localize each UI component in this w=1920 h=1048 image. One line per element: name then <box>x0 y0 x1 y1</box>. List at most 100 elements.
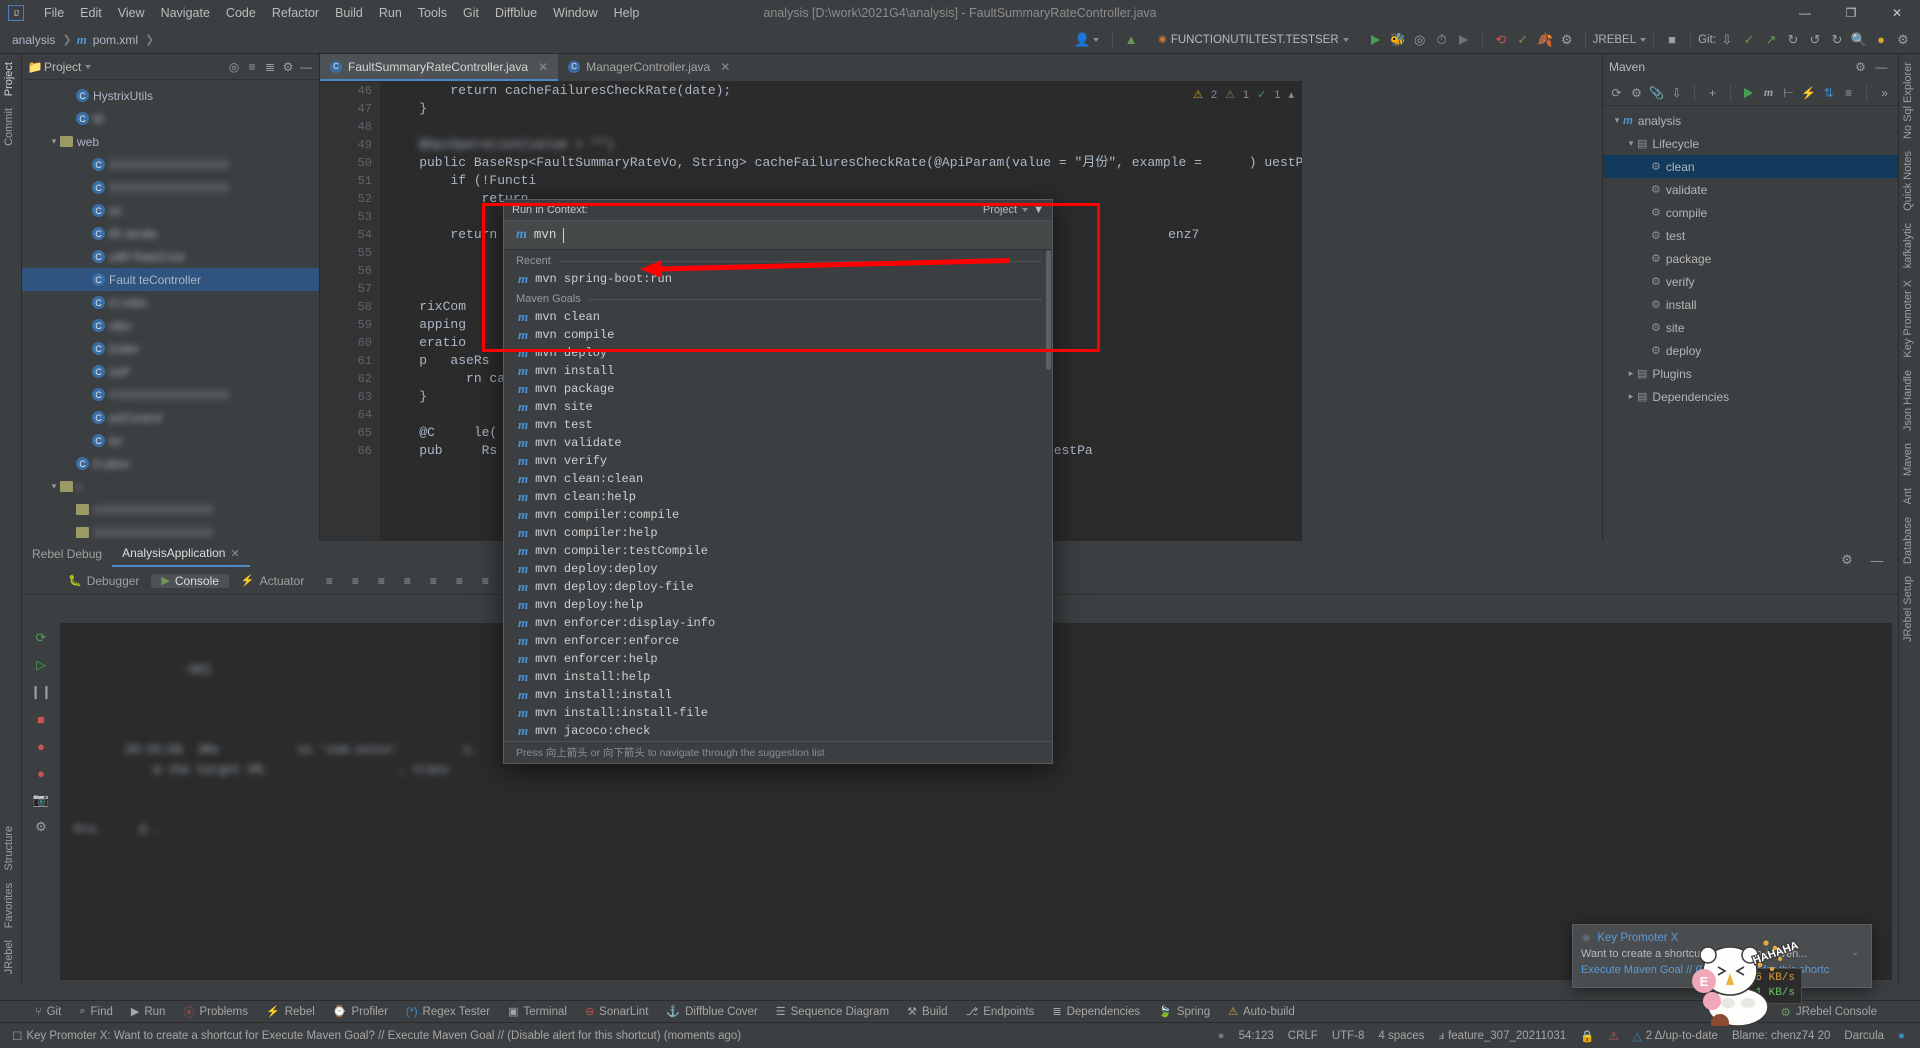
project-tree-node[interactable]: CneP <box>22 360 319 383</box>
popup-suggestion-item[interactable]: m mvn deploy:deploy-file <box>504 578 1052 596</box>
sidebar-item-commit[interactable]: Commit <box>0 102 18 152</box>
close-icon[interactable]: ✕ <box>538 60 548 74</box>
menu-item-refactor[interactable]: Refactor <box>264 3 327 23</box>
hide-panel-icon[interactable]: — <box>297 58 315 76</box>
maven-tree-node-lifecycle[interactable]: ▾ ▤ Lifecycle <box>1603 132 1898 155</box>
popup-context-chevron-down-icon[interactable] <box>1022 208 1029 212</box>
inspection-widget[interactable]: ⚠ 2 ⚠ 1 ✓ 1 ▴ <box>1193 88 1294 102</box>
git-history-icon[interactable]: ↻ <box>1782 29 1804 51</box>
popup-suggestion-item[interactable]: m mvn compile <box>504 326 1052 344</box>
menu-item-run[interactable]: Run <box>371 3 410 23</box>
run-anything-popup[interactable]: Run in Context: Project ▼ m mvn Recent m m… <box>503 199 1053 764</box>
locate-file-icon[interactable]: ◎ <box>225 58 243 76</box>
chevron-down-icon[interactable]: ▾ <box>48 136 60 147</box>
menu-item-code[interactable]: Code <box>218 3 264 23</box>
project-tree-node[interactable]: ▾ web <box>22 130 319 153</box>
update-project-icon[interactable]: ⟲ <box>1490 29 1512 51</box>
account-avatar-icon[interactable]: ● <box>1870 29 1892 51</box>
profile-chevron-down-icon[interactable] <box>1093 37 1100 42</box>
project-tree-node[interactable]: C <box>22 383 319 406</box>
chevron-down-icon[interactable]: ▾ <box>48 481 60 492</box>
debug-button[interactable]: 🐝 <box>1387 29 1409 51</box>
project-tree-node[interactable]: Ctroller <box>22 337 319 360</box>
debug-sub-tab[interactable]: ▶ Console <box>151 573 229 588</box>
spring-leaf-icon[interactable]: 🍂 <box>1534 29 1556 51</box>
maven-tree-node-test[interactable]: ⚙ test <box>1603 224 1898 247</box>
jrebel-toggle-icon[interactable]: ■ <box>1661 29 1683 51</box>
maven-refresh-icon[interactable]: ⟳ <box>1607 83 1626 103</box>
popup-suggestion-item[interactable]: m mvn site <box>504 398 1052 416</box>
maven-collapse-all-icon[interactable]: ≡ <box>1839 83 1858 103</box>
scroll-down-icon[interactable]: ≡ <box>370 570 392 592</box>
bottom-tool-item-spring[interactable]: 🍃 Spring <box>1149 1001 1219 1023</box>
maven-offline-mode-icon[interactable]: ⚡ <box>1799 83 1818 103</box>
status-lock-icon[interactable]: 🔒 <box>1573 1029 1601 1043</box>
pause-icon[interactable]: ❙❙ <box>28 680 54 704</box>
maven-attach-icon[interactable]: 📎 <box>1647 83 1666 103</box>
up-icon[interactable]: ≡ <box>422 570 444 592</box>
run-panel-hide-icon[interactable]: — <box>1864 548 1890 572</box>
maven-more-icon[interactable]: » <box>1875 83 1894 103</box>
status-branch[interactable]: ⅎ feature_307_20211031 <box>1431 1030 1573 1042</box>
popup-suggestion-item[interactable]: m mvn compiler:testCompile <box>504 542 1052 560</box>
bottom-tool-item-find[interactable]: ⌕ Find <box>70 1001 122 1023</box>
maven-tree-node-validate[interactable]: ⚙ validate <box>1603 178 1898 201</box>
wrap-icon[interactable]: ≡ <box>344 570 366 592</box>
popup-suggestion-item[interactable]: m mvn clean:help <box>504 488 1052 506</box>
bottom-tool-item-profiler[interactable]: ⌚ Profiler <box>324 1001 397 1023</box>
menu-item-tools[interactable]: Tools <box>410 3 455 23</box>
project-tree-node[interactable] <box>22 498 319 521</box>
popup-suggestion-item[interactable]: m mvn clean:clean <box>504 470 1052 488</box>
menu-item-diffblue[interactable]: Diffblue <box>487 3 545 23</box>
bottom-tool-item-problems[interactable]: ⓧ Problems <box>174 1001 257 1023</box>
git-update-icon[interactable]: ⇩ <box>1716 29 1738 51</box>
maven-goals-tree[interactable]: ▾ m analysis ▾ ▤ Lifecycle ⚙ clean ⚙ validate ⚙ com… <box>1603 106 1898 408</box>
services-icon[interactable]: ⚙ <box>1556 29 1578 51</box>
settings-gear-icon[interactable]: ⚙ <box>1892 29 1914 51</box>
chevron-right-icon[interactable]: ▸ <box>1625 391 1637 402</box>
right-strip-item-no-sql-explorer[interactable]: No Sql Explorer <box>1899 56 1917 145</box>
down-icon[interactable]: ≡ <box>448 570 470 592</box>
close-icon[interactable]: ✕ <box>230 547 239 560</box>
rerun-icon[interactable]: ⟳ <box>28 626 54 650</box>
bottom-tool-item-endpoints[interactable]: ⎇ Endpoints <box>957 1001 1044 1023</box>
maven-execute-goal-icon[interactable]: m <box>1759 83 1778 103</box>
status-blame[interactable]: Blame: chenz74 20 <box>1725 1030 1837 1042</box>
project-tree-node[interactable]: Cier <box>22 199 319 222</box>
status-ide-icon[interactable]: ● <box>1891 1030 1912 1042</box>
bottom-tool-item-sonarlint[interactable]: ⊖ SonarLint <box>576 1001 657 1023</box>
run-configuration-selector[interactable]: ◉ FUNCTIONUTILTEST.TESTSER <box>1150 33 1357 47</box>
project-tree-node[interactable]: CtR ntrolle <box>22 222 319 245</box>
project-tree-node[interactable]: C H roller <box>22 291 319 314</box>
project-tree-node[interactable]: C Fault teController <box>22 268 319 291</box>
close-icon[interactable]: ✕ <box>720 60 730 74</box>
bottom-tool-item-build[interactable]: ⚒ Build <box>898 1001 956 1023</box>
right-strip-item-key-promoter-x[interactable]: Key Promoter X <box>1899 274 1917 364</box>
print-icon[interactable]: ≡ <box>396 570 418 592</box>
project-scope-chevron-down-icon[interactable] <box>85 64 92 69</box>
project-tree-node[interactable]: CM <box>22 107 319 130</box>
run-anything-input[interactable]: mvn <box>534 228 557 242</box>
status-indent[interactable]: 4 spaces <box>1371 1030 1431 1042</box>
search-everywhere-icon[interactable]: 🔍 <box>1848 29 1870 51</box>
maven-tree-node-verify[interactable]: ⚙ verify <box>1603 270 1898 293</box>
bottom-tool-item-diffblue-cover[interactable]: ⚓ Diffblue Cover <box>657 1001 766 1023</box>
bottom-tool-item-dependencies[interactable]: ≣ Dependencies <box>1043 1001 1149 1023</box>
mute-breakpoints-icon[interactable]: ● <box>28 734 54 758</box>
redo-icon[interactable]: ↻ <box>1826 29 1848 51</box>
popup-suggestion-item[interactable]: m mvn install:install-file <box>504 704 1052 722</box>
menu-item-git[interactable]: Git <box>455 3 487 23</box>
project-settings-gear-icon[interactable]: ⚙ <box>279 58 297 76</box>
popup-suggestion-item[interactable]: m mvn deploy:help <box>504 596 1052 614</box>
build-hammer-icon[interactable]: ▲ <box>1120 29 1142 51</box>
stop-button[interactable] <box>1453 29 1475 51</box>
maven-tree-node-deploy[interactable]: ⚙ deploy <box>1603 339 1898 362</box>
camera-icon[interactable]: 📷 <box>28 788 54 812</box>
popup-suggestion-item[interactable]: m mvn enforcer:display-info <box>504 614 1052 632</box>
bottom-tool-item-terminal[interactable]: ▣ Terminal <box>499 1001 576 1023</box>
status-caret-position[interactable]: 54:123 <box>1232 1030 1281 1042</box>
sidebar-item-structure[interactable]: Structure <box>0 820 18 877</box>
chevron-right-icon[interactable]: ▸ <box>1625 368 1637 379</box>
run-tool-tab[interactable]: AnalysisApplication ✕ <box>112 541 250 567</box>
soft-wrap-icon[interactable]: ≡ <box>474 570 496 592</box>
